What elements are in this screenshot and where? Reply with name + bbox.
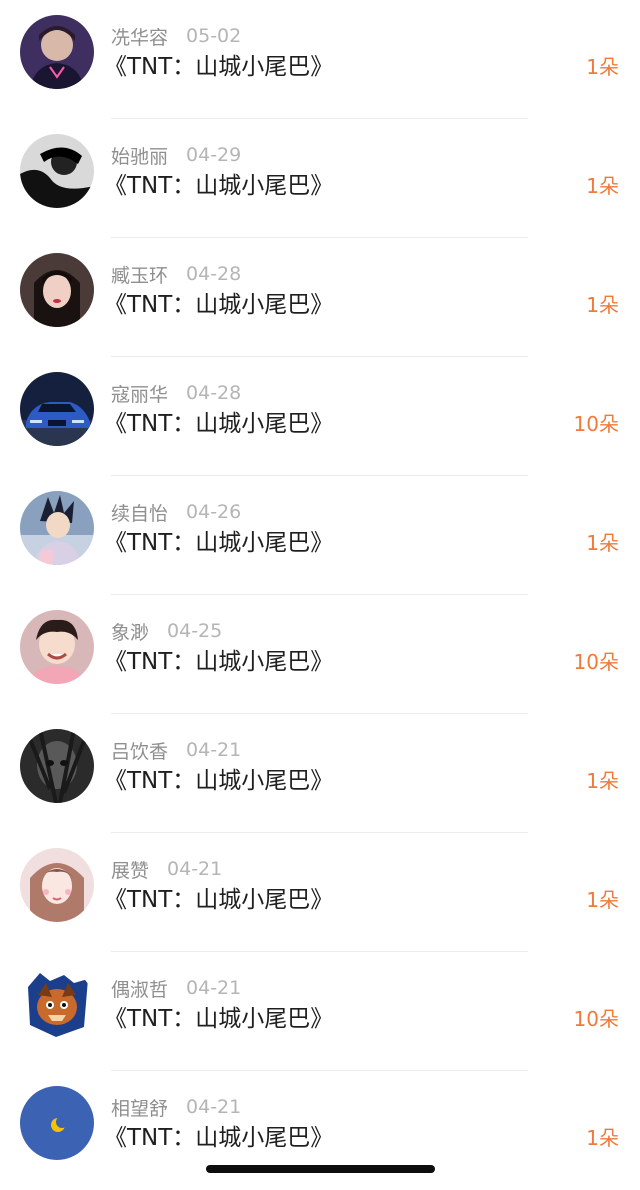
sender-name: 偶淑哲 — [111, 978, 169, 1001]
book-title: 《TNT：山城小尾巴》 — [104, 1125, 334, 1151]
flower-count: 1朵 — [586, 531, 619, 555]
list-item[interactable]: 始驰丽 04-29 《TNT：山城小尾巴》 1朵 — [0, 119, 640, 238]
book-title: 《TNT：山城小尾巴》 — [104, 649, 334, 675]
sender-meta: 偶淑哲 04-21 — [111, 975, 241, 1001]
sender-name: 展赞 — [111, 859, 150, 882]
sender-name: 续自怡 — [111, 502, 169, 525]
avatar-woman-portrait-icon[interactable] — [20, 848, 94, 922]
book-title: 《TNT：山城小尾巴》 — [104, 887, 334, 913]
list-item[interactable]: 偶淑哲 04-21 《TNT：山城小尾巴》 10朵 — [0, 952, 640, 1071]
book-title: 《TNT：山城小尾巴》 — [104, 411, 334, 437]
avatar-dark-portrait-icon[interactable] — [20, 729, 94, 803]
book-title: 《TNT：山城小尾巴》 — [104, 173, 334, 199]
sender-name: 臧玉环 — [111, 264, 169, 287]
sender-meta: 相望舒 04-21 — [111, 1094, 241, 1120]
gift-date: 04-26 — [186, 501, 242, 523]
book-title: 《TNT：山城小尾巴》 — [104, 292, 334, 318]
list-item[interactable]: 续自怡 04-26 《TNT：山城小尾巴》 1朵 — [0, 476, 640, 595]
flower-count: 10朵 — [573, 650, 619, 674]
sender-name: 寇丽华 — [111, 383, 169, 406]
sender-meta: 象渺 04-25 — [111, 618, 222, 644]
sender-meta: 冼华容 05-02 — [111, 23, 241, 49]
gift-date: 04-21 — [186, 1096, 242, 1118]
sender-meta: 寇丽华 04-28 — [111, 380, 241, 406]
list-item[interactable]: 展赞 04-21 《TNT：山城小尾巴》 1朵 — [0, 833, 640, 952]
list-item[interactable]: 臧玉环 04-28 《TNT：山城小尾巴》 1朵 — [0, 238, 640, 357]
list-item[interactable]: 冼华容 05-02 《TNT：山城小尾巴》 1朵 — [0, 0, 640, 119]
list-item[interactable]: 象渺 04-25 《TNT：山城小尾巴》 10朵 — [0, 595, 640, 714]
sender-meta: 始驰丽 04-29 — [111, 142, 241, 168]
list-item[interactable]: 吕饮香 04-21 《TNT：山城小尾巴》 1朵 — [0, 714, 640, 833]
flower-count: 1朵 — [586, 769, 619, 793]
sender-meta: 展赞 04-21 — [111, 856, 222, 882]
gift-date: 04-21 — [186, 977, 242, 999]
book-title: 《TNT：山城小尾巴》 — [104, 54, 334, 80]
list-item[interactable]: 寇丽华 04-28 《TNT：山城小尾巴》 10朵 — [0, 357, 640, 476]
book-title: 《TNT：山城小尾巴》 — [104, 768, 334, 794]
avatar-man-portrait-icon[interactable] — [20, 15, 94, 89]
sender-name: 冼华容 — [111, 26, 169, 49]
sender-meta: 续自怡 04-26 — [111, 499, 241, 525]
flower-count: 1朵 — [586, 1126, 619, 1150]
avatar-moon-icon[interactable] — [20, 1086, 94, 1160]
book-title: 《TNT：山城小尾巴》 — [104, 530, 334, 556]
flower-count: 1朵 — [586, 888, 619, 912]
flower-count: 1朵 — [586, 55, 619, 79]
sender-name: 相望舒 — [111, 1097, 169, 1120]
sender-name: 象渺 — [111, 621, 150, 644]
avatar-bw-portrait-icon[interactable] — [20, 134, 94, 208]
sender-meta: 吕饮香 04-21 — [111, 737, 241, 763]
book-title: 《TNT：山城小尾巴》 — [104, 1006, 334, 1032]
gift-record-list: 冼华容 05-02 《TNT：山城小尾巴》 1朵 始驰丽 04-29 《TNT：… — [0, 0, 640, 1190]
gift-date: 04-28 — [186, 382, 242, 404]
gift-date: 04-29 — [186, 144, 242, 166]
flower-count: 1朵 — [586, 174, 619, 198]
gift-date: 04-21 — [167, 858, 223, 880]
sender-meta: 臧玉环 04-28 — [111, 261, 241, 287]
gift-date: 05-02 — [186, 25, 242, 47]
gift-date: 04-25 — [167, 620, 223, 642]
avatar-anime-character-icon[interactable] — [20, 491, 94, 565]
avatar-car-icon[interactable] — [20, 372, 94, 446]
home-indicator[interactable] — [206, 1165, 435, 1173]
flower-count: 10朵 — [573, 1007, 619, 1031]
gift-date: 04-28 — [186, 263, 242, 285]
gift-date: 04-21 — [186, 739, 242, 761]
sender-name: 始驰丽 — [111, 145, 169, 168]
flower-count: 10朵 — [573, 412, 619, 436]
avatar-cartoon-dog-icon[interactable] — [20, 967, 94, 1041]
avatar-girl-portrait-icon[interactable] — [20, 253, 94, 327]
flower-count: 1朵 — [586, 293, 619, 317]
sender-name: 吕饮香 — [111, 740, 169, 763]
avatar-boy-portrait-icon[interactable] — [20, 610, 94, 684]
